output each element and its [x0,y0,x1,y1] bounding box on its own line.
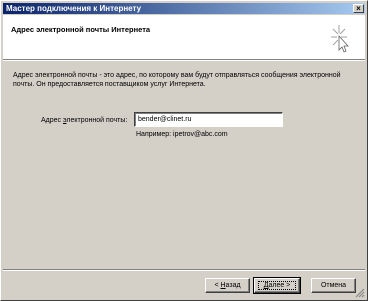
header-divider [3,59,365,61]
cancel-button[interactable]: Отмена [311,278,356,293]
resize-grip-icon[interactable] [355,288,365,298]
page-title: Адрес электронной почты Интернета [11,25,151,34]
email-field[interactable]: bender@clinet.ru [134,112,283,127]
title-bar[interactable]: Мастер подключения к Интернету × [3,3,365,14]
window-title: Мастер подключения к Интернету [6,4,142,13]
wizard-sparkle-icon [331,25,349,53]
close-icon: × [356,4,361,13]
close-button[interactable]: × [353,4,364,13]
description-text: Адрес электронной почты - это адрес, по … [13,72,341,88]
email-label: Адрес электронной почты: [41,117,128,124]
focus-rect [258,281,296,290]
wizard-header: Адрес электронной почты Интернета [3,15,365,59]
wizard-window: Мастер подключения к Интернету × Адрес э… [0,0,368,301]
back-button[interactable]: < Назад [205,278,250,293]
footer-divider [3,269,365,271]
email-example: Например: ipetrov@abc.com [136,131,228,138]
next-button[interactable]: Далее > [253,277,301,294]
